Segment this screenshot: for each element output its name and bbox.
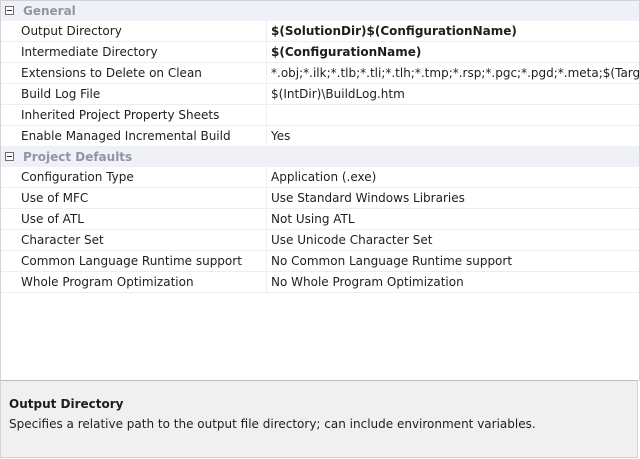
property-value[interactable]: No Common Language Runtime support [267,251,639,271]
property-row[interactable]: Extensions to Delete on Clean *.obj;*.il… [1,63,639,84]
property-name: Build Log File [1,84,267,104]
property-name: Enable Managed Incremental Build [1,126,267,146]
property-row[interactable]: Configuration Type Application (.exe) [1,167,639,188]
property-name: Inherited Project Property Sheets [1,105,267,125]
property-value[interactable]: No Whole Program Optimization [267,272,639,292]
category-title: Project Defaults [23,150,133,164]
property-name: Character Set [1,230,267,250]
property-name: Use of MFC [1,188,267,208]
property-grid: General Output Directory $(SolutionDir)$… [0,0,640,381]
property-value[interactable]: $(SolutionDir)$(ConfigurationName) [267,21,639,41]
property-value[interactable]: Application (.exe) [267,167,639,187]
collapse-toggle-icon[interactable] [5,152,14,161]
property-row[interactable]: Inherited Project Property Sheets [1,105,639,126]
property-row[interactable]: Build Log File $(IntDir)\BuildLog.htm [1,84,639,105]
property-value[interactable]: Yes [267,126,639,146]
property-row[interactable]: Use of ATL Not Using ATL [1,209,639,230]
property-row[interactable]: Enable Managed Incremental Build Yes [1,126,639,147]
property-name: Extensions to Delete on Clean [1,63,267,83]
property-row[interactable]: Whole Program Optimization No Whole Prog… [1,272,639,293]
property-row[interactable]: Use of MFC Use Standard Windows Librarie… [1,188,639,209]
property-value[interactable] [267,105,639,125]
category-project-defaults[interactable]: Project Defaults [1,147,639,167]
property-name: Configuration Type [1,167,267,187]
property-value[interactable]: *.obj;*.ilk;*.tlb;*.tli;*.tlh;*.tmp;*.rs… [267,63,639,83]
property-name: Output Directory [1,21,267,41]
property-row[interactable]: Common Language Runtime support No Commo… [1,251,639,272]
property-value[interactable]: Use Unicode Character Set [267,230,639,250]
category-general[interactable]: General [1,1,639,21]
property-name: Use of ATL [1,209,267,229]
property-row[interactable]: Output Directory $(SolutionDir)$(Configu… [1,21,639,42]
description-text: Specifies a relative path to the output … [9,417,536,431]
property-name: Common Language Runtime support [1,251,267,271]
description-title: Output Directory [9,397,124,411]
property-name: Whole Program Optimization [1,272,267,292]
property-row[interactable]: Character Set Use Unicode Character Set [1,230,639,251]
property-value[interactable]: Not Using ATL [267,209,639,229]
description-panel: Output Directory Specifies a relative pa… [0,380,638,458]
category-title: General [23,4,76,18]
property-row[interactable]: Intermediate Directory $(ConfigurationNa… [1,42,639,63]
property-name: Intermediate Directory [1,42,267,62]
collapse-toggle-icon[interactable] [5,6,14,15]
property-value[interactable]: $(ConfigurationName) [267,42,639,62]
property-value[interactable]: $(IntDir)\BuildLog.htm [267,84,639,104]
property-value[interactable]: Use Standard Windows Libraries [267,188,639,208]
